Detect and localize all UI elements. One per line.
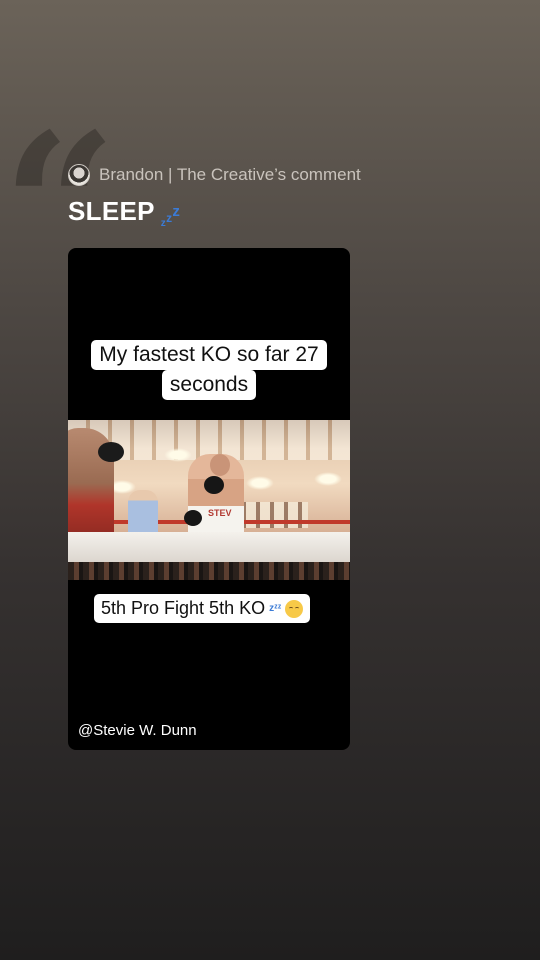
glove [184,510,202,526]
ceiling-light [246,476,274,490]
avatar[interactable] [68,164,90,186]
caption-bottom-text: 5th Pro Fight 5th KO [101,598,266,618]
creator-handle[interactable]: @Stevie W. Dunn [78,722,197,739]
zzz-icon: zᶻᶻ [269,603,282,614]
ring-apron [68,532,350,562]
fighter-head [210,454,230,476]
video-frame: STEV [68,420,350,580]
glove [98,442,124,462]
zzz-icon: zzz [160,203,181,229]
comment-author-label[interactable]: Brandon | The Creative’s comment [99,165,361,185]
trunks-text: STEV [208,508,232,518]
ceiling-light [164,448,192,462]
comment-text: SLEEP zzz [68,196,181,229]
comment-header[interactable]: Brandon | The Creative’s comment [68,164,361,186]
caption-bottom: 5th Pro Fight 5th KO zᶻᶻ [94,594,311,623]
caption-top: My fastest KO so far 27 seconds [68,340,350,400]
caption-top-line1: My fastest KO so far 27 [91,340,327,370]
crowd [68,562,350,580]
caption-top-line2: seconds [161,370,257,400]
ceiling-light [314,472,342,486]
video-card[interactable]: My fastest KO so far 27 seconds STEV 5th… [68,248,350,750]
sleeping-face-icon [285,599,304,618]
comment-body: SLEEP [68,196,155,226]
referee [128,490,158,538]
glove [204,476,224,494]
